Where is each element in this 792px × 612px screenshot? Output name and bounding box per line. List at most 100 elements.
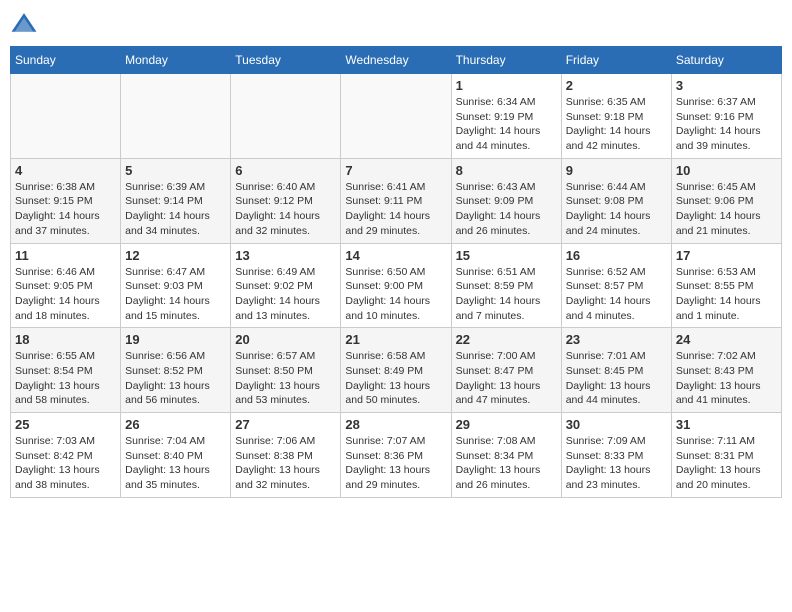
day-number: 30 (566, 417, 667, 432)
day-number: 15 (456, 248, 557, 263)
day-number: 1 (456, 78, 557, 93)
day-info: Sunrise: 7:04 AM Sunset: 8:40 PM Dayligh… (125, 434, 226, 493)
day-info: Sunrise: 7:08 AM Sunset: 8:34 PM Dayligh… (456, 434, 557, 493)
day-info: Sunrise: 6:52 AM Sunset: 8:57 PM Dayligh… (566, 265, 667, 324)
day-number: 6 (235, 163, 336, 178)
calendar-cell: 5 Sunrise: 6:39 AM Sunset: 9:14 PM Daylig… (121, 158, 231, 243)
calendar-cell: 9 Sunrise: 6:44 AM Sunset: 9:08 PM Daylig… (561, 158, 671, 243)
day-number: 10 (676, 163, 777, 178)
day-info: Sunrise: 7:07 AM Sunset: 8:36 PM Dayligh… (345, 434, 446, 493)
column-header-tuesday: Tuesday (231, 47, 341, 74)
day-info: Sunrise: 6:49 AM Sunset: 9:02 PM Dayligh… (235, 265, 336, 324)
day-info: Sunrise: 7:00 AM Sunset: 8:47 PM Dayligh… (456, 349, 557, 408)
day-info: Sunrise: 7:02 AM Sunset: 8:43 PM Dayligh… (676, 349, 777, 408)
day-info: Sunrise: 6:57 AM Sunset: 8:50 PM Dayligh… (235, 349, 336, 408)
day-info: Sunrise: 6:50 AM Sunset: 9:00 PM Dayligh… (345, 265, 446, 324)
calendar-cell: 2 Sunrise: 6:35 AM Sunset: 9:18 PM Daylig… (561, 74, 671, 159)
day-number: 28 (345, 417, 446, 432)
calendar-cell: 4 Sunrise: 6:38 AM Sunset: 9:15 PM Daylig… (11, 158, 121, 243)
day-number: 9 (566, 163, 667, 178)
day-number: 29 (456, 417, 557, 432)
column-header-monday: Monday (121, 47, 231, 74)
day-number: 27 (235, 417, 336, 432)
calendar-cell: 3 Sunrise: 6:37 AM Sunset: 9:16 PM Daylig… (671, 74, 781, 159)
calendar-cell: 13 Sunrise: 6:49 AM Sunset: 9:02 PM Dayli… (231, 243, 341, 328)
column-header-wednesday: Wednesday (341, 47, 451, 74)
calendar-table: SundayMondayTuesdayWednesdayThursdayFrid… (10, 46, 782, 498)
calendar-cell: 14 Sunrise: 6:50 AM Sunset: 9:00 PM Dayli… (341, 243, 451, 328)
calendar-cell: 10 Sunrise: 6:45 AM Sunset: 9:06 PM Dayli… (671, 158, 781, 243)
day-info: Sunrise: 7:09 AM Sunset: 8:33 PM Dayligh… (566, 434, 667, 493)
column-header-friday: Friday (561, 47, 671, 74)
day-number: 14 (345, 248, 446, 263)
calendar-cell: 31 Sunrise: 7:11 AM Sunset: 8:31 PM Dayli… (671, 413, 781, 498)
day-number: 31 (676, 417, 777, 432)
day-info: Sunrise: 7:03 AM Sunset: 8:42 PM Dayligh… (15, 434, 116, 493)
day-info: Sunrise: 6:47 AM Sunset: 9:03 PM Dayligh… (125, 265, 226, 324)
calendar-cell: 20 Sunrise: 6:57 AM Sunset: 8:50 PM Dayli… (231, 328, 341, 413)
day-number: 18 (15, 332, 116, 347)
day-info: Sunrise: 6:53 AM Sunset: 8:55 PM Dayligh… (676, 265, 777, 324)
calendar-cell: 1 Sunrise: 6:34 AM Sunset: 9:19 PM Daylig… (451, 74, 561, 159)
day-number: 21 (345, 332, 446, 347)
day-number: 8 (456, 163, 557, 178)
day-info: Sunrise: 6:46 AM Sunset: 9:05 PM Dayligh… (15, 265, 116, 324)
column-header-saturday: Saturday (671, 47, 781, 74)
day-number: 22 (456, 332, 557, 347)
calendar-week-row: 11 Sunrise: 6:46 AM Sunset: 9:05 PM Dayli… (11, 243, 782, 328)
day-number: 7 (345, 163, 446, 178)
day-info: Sunrise: 7:11 AM Sunset: 8:31 PM Dayligh… (676, 434, 777, 493)
day-info: Sunrise: 6:38 AM Sunset: 9:15 PM Dayligh… (15, 180, 116, 239)
day-info: Sunrise: 6:34 AM Sunset: 9:19 PM Dayligh… (456, 95, 557, 154)
day-number: 5 (125, 163, 226, 178)
calendar-cell: 7 Sunrise: 6:41 AM Sunset: 9:11 PM Daylig… (341, 158, 451, 243)
calendar-cell: 8 Sunrise: 6:43 AM Sunset: 9:09 PM Daylig… (451, 158, 561, 243)
calendar-week-row: 1 Sunrise: 6:34 AM Sunset: 9:19 PM Daylig… (11, 74, 782, 159)
day-number: 2 (566, 78, 667, 93)
calendar-cell: 30 Sunrise: 7:09 AM Sunset: 8:33 PM Dayli… (561, 413, 671, 498)
day-number: 4 (15, 163, 116, 178)
calendar-header-row: SundayMondayTuesdayWednesdayThursdayFrid… (11, 47, 782, 74)
day-number: 13 (235, 248, 336, 263)
day-number: 25 (15, 417, 116, 432)
day-info: Sunrise: 6:45 AM Sunset: 9:06 PM Dayligh… (676, 180, 777, 239)
column-header-thursday: Thursday (451, 47, 561, 74)
day-info: Sunrise: 6:35 AM Sunset: 9:18 PM Dayligh… (566, 95, 667, 154)
day-info: Sunrise: 7:01 AM Sunset: 8:45 PM Dayligh… (566, 349, 667, 408)
day-number: 11 (15, 248, 116, 263)
day-number: 24 (676, 332, 777, 347)
calendar-cell: 27Sunrise: 7:06 AM Sunset: 8:38 PM Dayli… (231, 413, 341, 498)
calendar-cell: 24 Sunrise: 7:02 AM Sunset: 8:43 PM Dayli… (671, 328, 781, 413)
day-info: Sunrise: 6:56 AM Sunset: 8:52 PM Dayligh… (125, 349, 226, 408)
calendar-cell (341, 74, 451, 159)
day-number: 19 (125, 332, 226, 347)
calendar-cell: 18 Sunrise: 6:55 AM Sunset: 8:54 PM Dayli… (11, 328, 121, 413)
calendar-cell (121, 74, 231, 159)
calendar-cell: 15 Sunrise: 6:51 AM Sunset: 8:59 PM Dayli… (451, 243, 561, 328)
day-number: 26 (125, 417, 226, 432)
day-info: Sunrise: 6:51 AM Sunset: 8:59 PM Dayligh… (456, 265, 557, 324)
calendar-cell: 22 Sunrise: 7:00 AM Sunset: 8:47 PM Dayli… (451, 328, 561, 413)
calendar-cell: 19 Sunrise: 6:56 AM Sunset: 8:52 PM Dayli… (121, 328, 231, 413)
calendar-cell: 16 Sunrise: 6:52 AM Sunset: 8:57 PM Dayli… (561, 243, 671, 328)
calendar-cell: 11 Sunrise: 6:46 AM Sunset: 9:05 PM Dayli… (11, 243, 121, 328)
day-info: Sunrise: 6:44 AM Sunset: 9:08 PM Dayligh… (566, 180, 667, 239)
calendar-cell: 23Sunrise: 7:01 AM Sunset: 8:45 PM Dayli… (561, 328, 671, 413)
day-info: Sunrise: 6:55 AM Sunset: 8:54 PM Dayligh… (15, 349, 116, 408)
day-number: 17 (676, 248, 777, 263)
logo-icon (10, 10, 38, 38)
calendar-cell: 6Sunrise: 6:40 AM Sunset: 9:12 PM Daylig… (231, 158, 341, 243)
logo (10, 10, 42, 38)
calendar-week-row: 18 Sunrise: 6:55 AM Sunset: 8:54 PM Dayli… (11, 328, 782, 413)
page-header (10, 10, 782, 38)
day-info: Sunrise: 6:43 AM Sunset: 9:09 PM Dayligh… (456, 180, 557, 239)
day-number: 12 (125, 248, 226, 263)
day-info: Sunrise: 6:37 AM Sunset: 9:16 PM Dayligh… (676, 95, 777, 154)
day-info: Sunrise: 6:39 AM Sunset: 9:14 PM Dayligh… (125, 180, 226, 239)
day-number: 3 (676, 78, 777, 93)
column-header-sunday: Sunday (11, 47, 121, 74)
day-info: Sunrise: 6:41 AM Sunset: 9:11 PM Dayligh… (345, 180, 446, 239)
day-number: 20 (235, 332, 336, 347)
calendar-cell: 17 Sunrise: 6:53 AM Sunset: 8:55 PM Dayli… (671, 243, 781, 328)
day-number: 16 (566, 248, 667, 263)
